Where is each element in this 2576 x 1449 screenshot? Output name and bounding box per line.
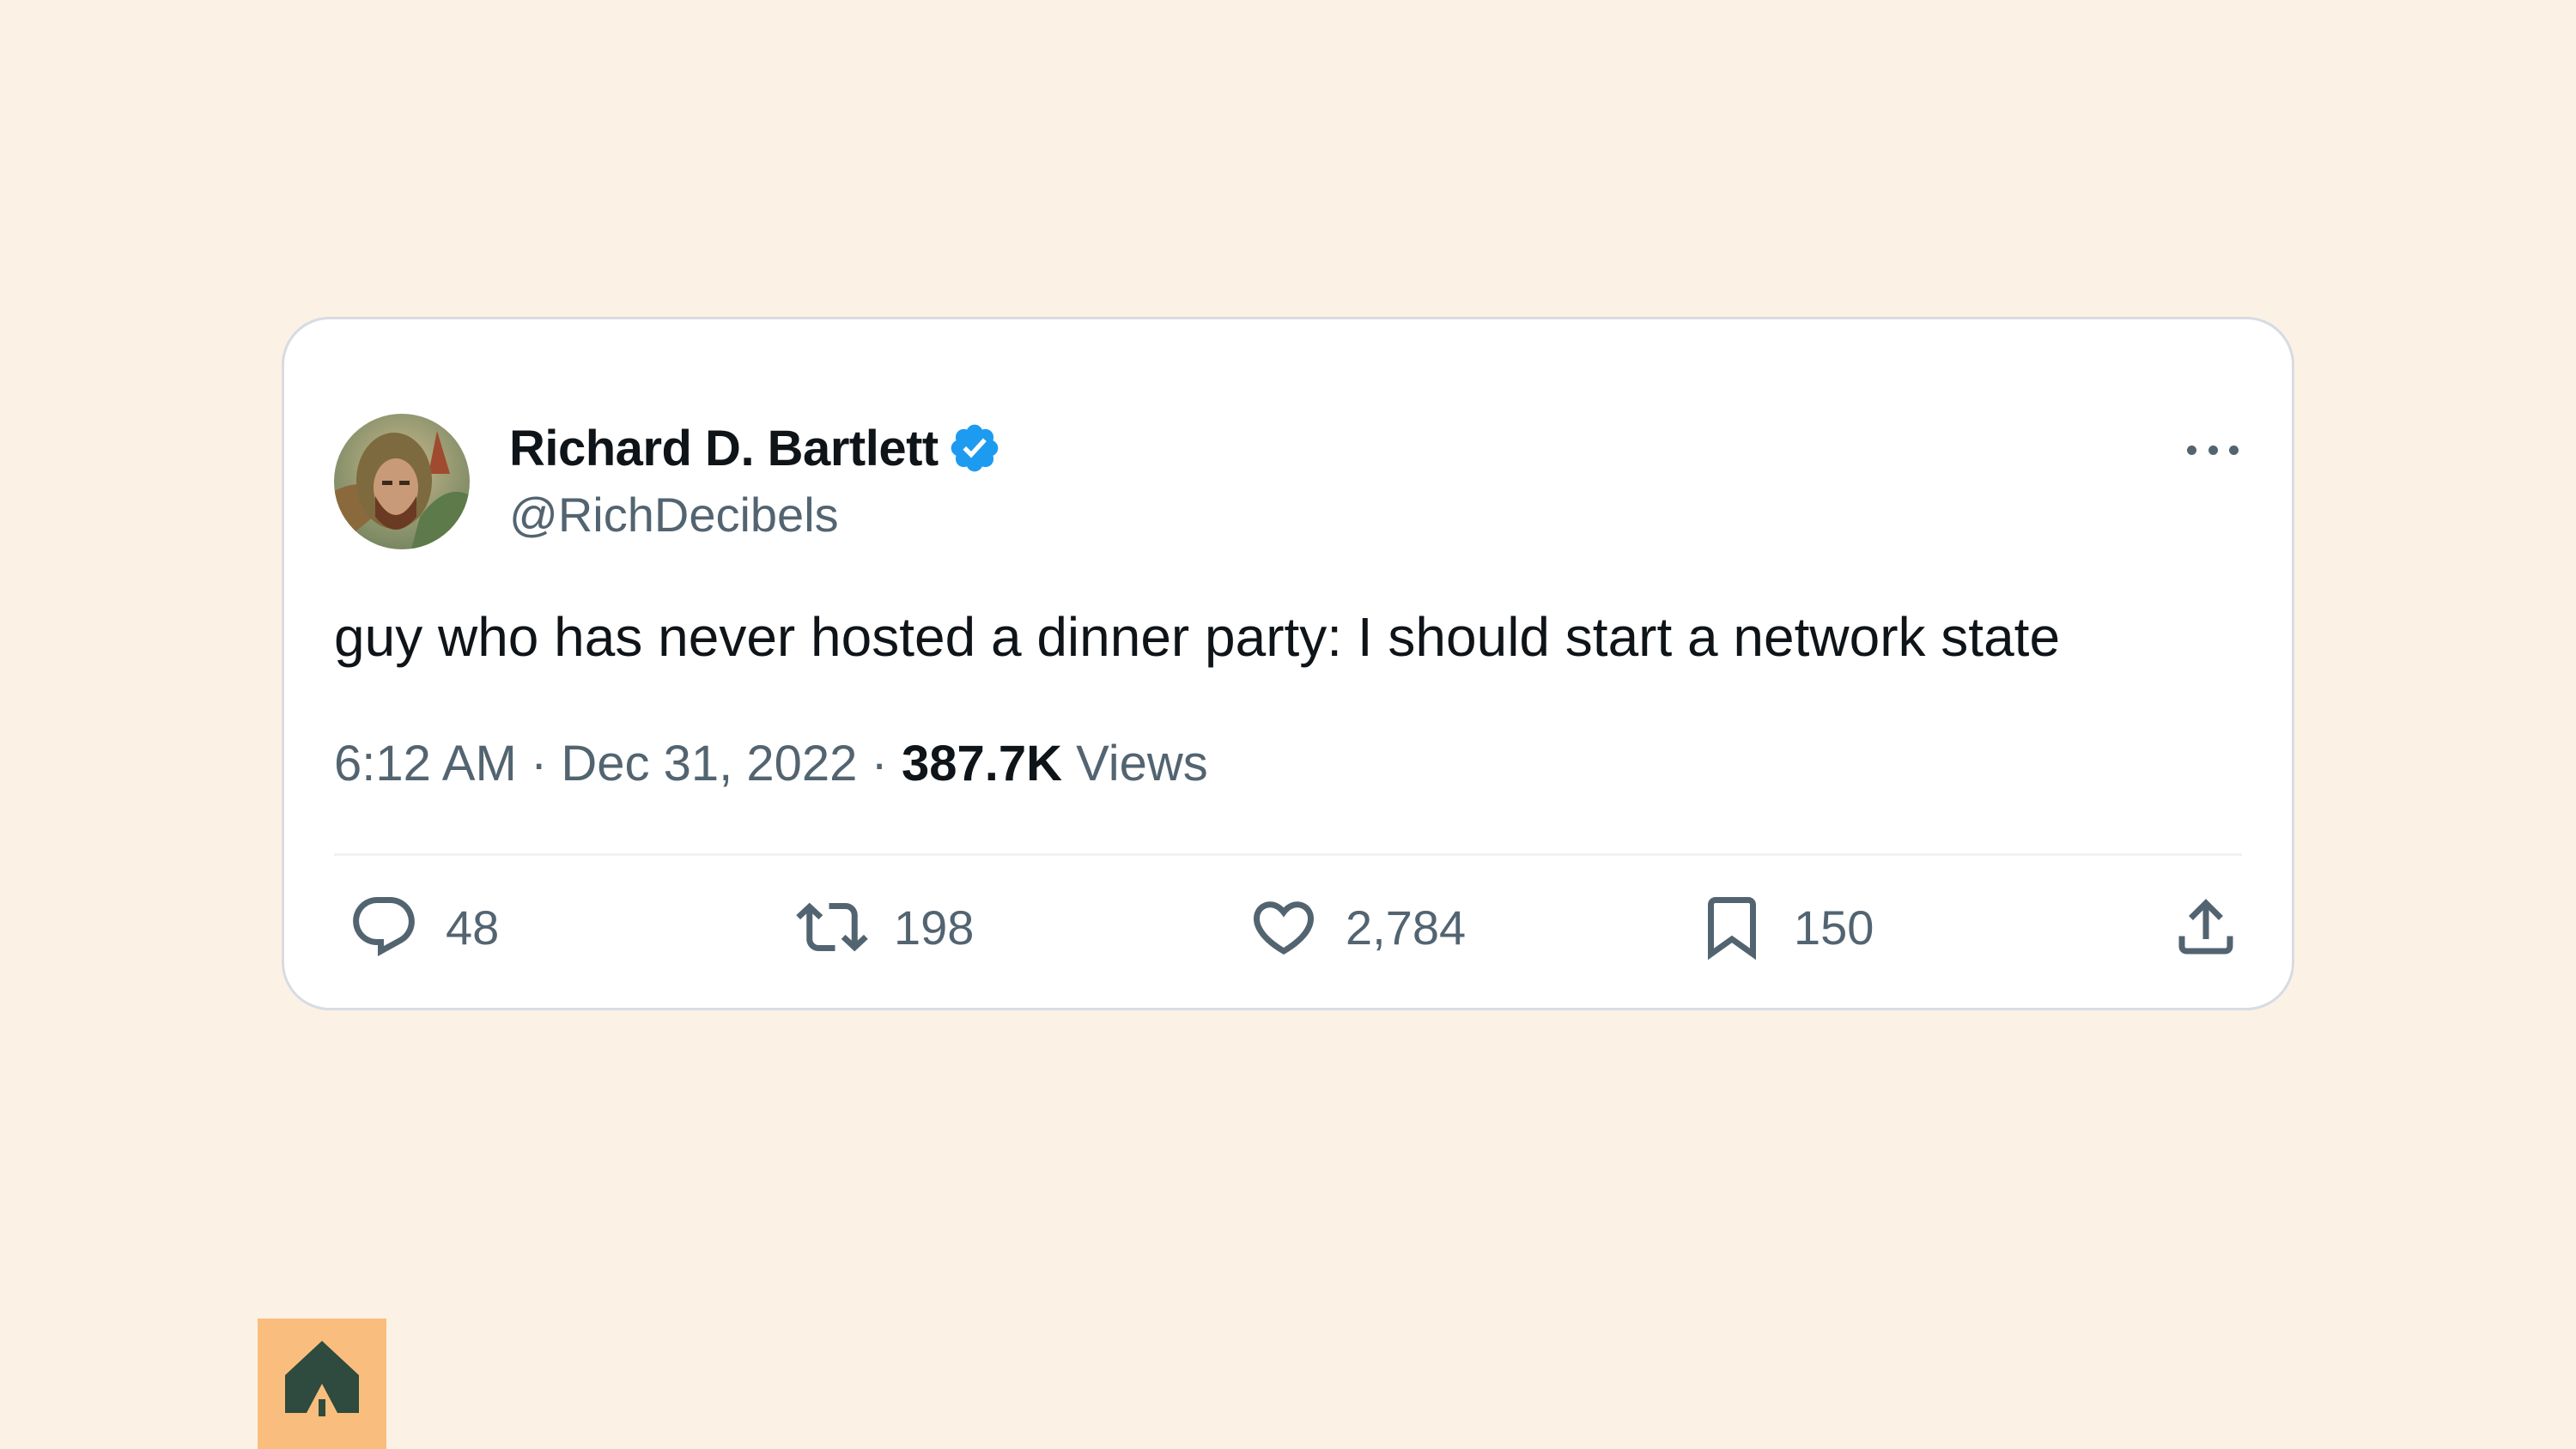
author-name-row[interactable]: Richard D. Bartlett [509, 415, 1002, 481]
share-button[interactable] [2170, 886, 2242, 968]
views-label: Views [1076, 736, 1208, 791]
tweet-text: guy who has never hosted a dinner party:… [334, 606, 2061, 668]
views-count: 387.7K [901, 736, 1077, 791]
like-button[interactable]: 2,784 [1248, 886, 1466, 968]
author-handle[interactable]: @RichDecibels [509, 487, 839, 543]
brand-logo [258, 1319, 386, 1449]
more-options-button[interactable] [2187, 441, 2239, 458]
tweet-meta: 6:12 AM · Dec 31, 2022 · 387.7K Views [334, 731, 1208, 797]
heart-icon [1253, 901, 1315, 955]
tweet-time[interactable]: 6:12 AM [334, 736, 517, 791]
bookmark-icon [1708, 897, 1756, 961]
house-tree-logo [285, 1341, 359, 1416]
retweet-button[interactable]: 198 [796, 886, 974, 968]
tweet-date[interactable]: Dec 31, 2022 [561, 736, 857, 791]
like-count: 2,784 [1346, 900, 1467, 955]
tweet-actions: 48 198 2,784 150 [334, 886, 2242, 968]
tweet-card[interactable]: Richard D. Bartlett @RichDecibels guy wh… [282, 317, 2294, 1010]
retweet-icon [796, 902, 868, 952]
verified-badge-icon [947, 421, 1002, 476]
more-horizontal-icon [2187, 445, 2196, 455]
reply-button[interactable]: 48 [348, 886, 499, 968]
bookmark-count: 150 [1794, 900, 1874, 955]
author-display-name[interactable]: Richard D. Bartlett [509, 420, 939, 477]
meta-separator: · [530, 736, 562, 791]
reply-count: 48 [446, 900, 500, 955]
avatar[interactable] [334, 414, 470, 549]
retweet-count: 198 [894, 900, 975, 955]
meta-separator: · [871, 736, 902, 791]
divider [334, 853, 2242, 856]
reply-icon [353, 897, 415, 956]
share-icon [2178, 899, 2233, 955]
bookmark-button[interactable]: 150 [1696, 886, 1874, 968]
